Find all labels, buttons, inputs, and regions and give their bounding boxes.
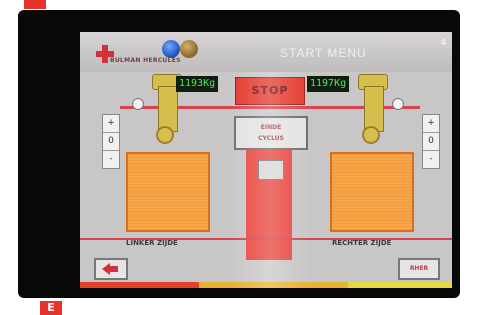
left-plus-button[interactable]: + — [103, 115, 119, 133]
next-button[interactable]: RHER — [398, 258, 440, 280]
back-arrow-tail — [109, 266, 118, 272]
end-cycle-label-2: CYCLUS — [258, 135, 284, 142]
left-side-panel[interactable] — [126, 152, 210, 232]
left-stepper-value: 0 — [103, 133, 119, 151]
left-minus-button[interactable]: - — [103, 151, 119, 168]
gold-ball-icon — [180, 40, 198, 58]
left-weight-readout: 1193Kg — [176, 76, 219, 92]
left-arm — [158, 86, 178, 132]
right-side-label: RECHTER ZIJDE — [332, 239, 392, 247]
right-stepper-value: 0 — [423, 133, 439, 151]
back-button[interactable] — [94, 258, 128, 280]
right-side-panel[interactable] — [330, 152, 414, 232]
left-disk-icon — [132, 98, 144, 110]
right-arm — [364, 86, 384, 132]
monitor-bezel: BULMAN HERCULES START MENU 4 1193Kg 1197… — [18, 10, 460, 298]
corner-tag-bottom: E — [40, 301, 62, 315]
right-disk-icon — [392, 98, 404, 110]
hmi-screen: BULMAN HERCULES START MENU 4 1193Kg 1197… — [80, 32, 452, 288]
end-cycle-label-1: EINDE — [260, 124, 282, 131]
header-bar: BULMAN HERCULES START MENU 4 — [80, 32, 452, 72]
right-plus-button[interactable]: + — [423, 115, 439, 133]
left-arm-joint — [156, 126, 174, 144]
left-stepper: + 0 - — [102, 114, 120, 169]
left-side-label: LINKER ZIJDE — [126, 239, 178, 247]
corner-tag-top — [24, 0, 46, 9]
right-weight-readout: 1197Kg — [307, 76, 350, 92]
center-slot — [258, 160, 284, 180]
page-title: START MENU — [280, 46, 367, 60]
right-stepper: + 0 - — [422, 114, 440, 169]
brand-name: BULMAN HERCULES — [110, 57, 181, 64]
page-number: 4 — [440, 38, 446, 47]
stop-button[interactable]: STOP — [235, 77, 305, 105]
end-cycle-button[interactable]: EINDE CYCLUS — [234, 116, 308, 150]
blue-ball-icon — [162, 40, 180, 58]
right-arm-joint — [362, 126, 380, 144]
right-minus-button[interactable]: - — [423, 151, 439, 168]
status-strip — [80, 282, 452, 288]
